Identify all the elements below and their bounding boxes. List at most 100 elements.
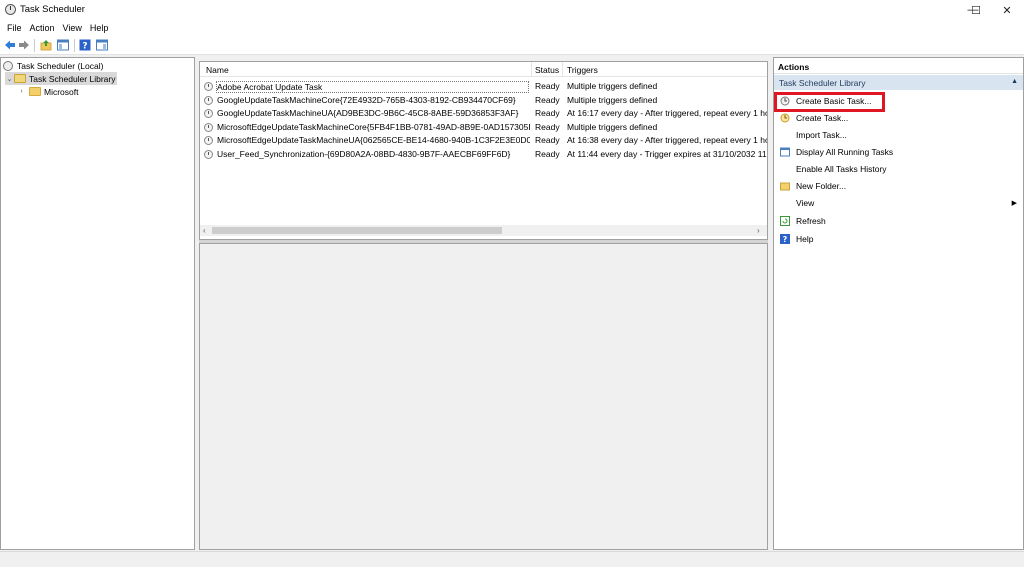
help-icon[interactable]: ? — [79, 39, 91, 51]
tree-item-local[interactable]: Task Scheduler (Local) — [3, 59, 103, 72]
menu-view[interactable]: View — [59, 23, 86, 33]
task-scheduler-app-icon — [5, 4, 16, 15]
menu-help[interactable]: Help — [86, 23, 113, 33]
chevron-right-icon[interactable]: › — [17, 88, 26, 95]
actions-section-header[interactable]: Task Scheduler Library ▲ — [774, 75, 1023, 90]
create-task-action[interactable]: Create Task... — [774, 110, 1023, 126]
task-triggers: At 11:44 every day - Trigger expires at … — [567, 148, 767, 159]
scrollbar-thumb[interactable] — [212, 227, 502, 234]
task-clock-icon — [204, 136, 213, 145]
column-header-name[interactable]: Name — [206, 65, 229, 75]
table-row[interactable]: Adobe Acrobat Update Task Ready Multiple… — [200, 80, 767, 93]
task-triggers: At 16:38 every day - After triggered, re… — [567, 135, 767, 145]
actions-pane: Actions Task Scheduler Library ▲ Create … — [773, 57, 1024, 550]
maximize-button[interactable]: ☐ — [958, 0, 994, 20]
refresh-action[interactable]: Refresh — [774, 213, 1023, 229]
tree-item-label: Microsoft — [44, 86, 79, 97]
display-running-tasks-action[interactable]: Display All Running Tasks — [774, 144, 1023, 160]
action-label: Create Task... — [796, 113, 849, 123]
tree-item-label: Task Scheduler Library — [29, 73, 116, 84]
task-status: Ready — [535, 121, 560, 132]
enable-tasks-history-action[interactable]: Enable All Tasks History — [774, 161, 1023, 177]
actions-title: Actions — [774, 58, 1023, 74]
task-triggers: Multiple triggers defined — [567, 81, 658, 91]
action-label: Help — [796, 234, 814, 244]
highlight-box — [774, 92, 885, 112]
action-label: New Folder... — [796, 181, 847, 191]
column-header-status[interactable]: Status — [535, 65, 559, 75]
action-label: Import Task... — [796, 130, 847, 140]
folder-icon — [14, 74, 26, 83]
table-row[interactable]: GoogleUpdateTaskMachineUA{AD9BE3DC-9B6C-… — [200, 107, 767, 120]
help-action[interactable]: ? Help — [774, 231, 1023, 247]
column-divider[interactable] — [531, 62, 532, 77]
svg-text:?: ? — [783, 235, 788, 244]
scroll-left-arrow-icon[interactable]: ‹ — [203, 226, 206, 235]
view-action[interactable]: View ▶ — [774, 195, 1023, 211]
tree-item-label: Task Scheduler (Local) — [17, 60, 104, 71]
task-status: Ready — [535, 148, 560, 159]
create-task-icon — [780, 113, 790, 123]
show-hide-action-pane-icon[interactable] — [96, 39, 108, 51]
task-clock-icon — [204, 149, 213, 159]
table-row[interactable]: MicrosoftEdgeUpdateTaskMachineUA{062565C… — [200, 134, 767, 147]
task-clock-icon — [204, 122, 213, 132]
show-hide-console-tree-icon[interactable] — [57, 39, 69, 51]
enable-history-icon — [780, 164, 790, 174]
task-triggers: At 16:17 every day - After triggered, re… — [567, 108, 767, 118]
status-bar — [0, 551, 1024, 567]
task-clock-icon — [204, 82, 213, 91]
horizontal-scrollbar[interactable]: ‹ › — [200, 225, 767, 236]
folder-icon — [29, 87, 41, 96]
chevron-down-icon[interactable]: ⌄ — [5, 75, 14, 83]
action-label: View — [796, 198, 815, 208]
back-arrow-icon[interactable] — [4, 39, 16, 51]
task-name: GoogleUpdateTaskMachineCore{72E4932D-765… — [217, 94, 516, 105]
task-details-pane — [199, 243, 768, 550]
tree-item-microsoft[interactable]: › Microsoft — [17, 85, 78, 98]
task-status: Ready — [535, 94, 560, 105]
menu-action[interactable]: Action — [26, 23, 59, 33]
column-divider[interactable] — [562, 62, 563, 77]
column-header-triggers[interactable]: Triggers — [567, 65, 598, 75]
task-name: User_Feed_Synchronization-{69D80A2A-08BD… — [217, 148, 511, 159]
forward-arrow-icon[interactable] — [18, 39, 30, 51]
toolbar-separator — [34, 39, 35, 52]
collapse-up-icon[interactable]: ▲ — [1011, 78, 1018, 85]
toolbar-separator — [74, 39, 75, 52]
task-list-pane: Name Status Triggers Adobe Acrobat Updat… — [199, 61, 768, 240]
task-name: MicrosoftEdgeUpdateTaskMachineCore{5FB4F… — [217, 121, 530, 132]
new-folder-action[interactable]: New Folder... — [774, 178, 1023, 194]
title-bar: Task Scheduler — ☐ ✕ — [0, 0, 1024, 20]
close-button[interactable]: ✕ — [990, 0, 1024, 20]
task-triggers: Multiple triggers defined — [567, 121, 658, 132]
view-icon — [780, 198, 790, 208]
import-task-icon — [780, 130, 790, 140]
import-task-action[interactable]: Import Task... — [774, 127, 1023, 143]
action-label: Display All Running Tasks — [796, 147, 894, 157]
task-name: Adobe Acrobat Update Task — [216, 81, 529, 93]
table-row[interactable]: GoogleUpdateTaskMachineCore{72E4932D-765… — [200, 94, 767, 107]
scroll-right-arrow-icon[interactable]: › — [757, 226, 760, 235]
task-list-header: Name Status Triggers — [200, 62, 767, 77]
table-row[interactable]: User_Feed_Synchronization-{69D80A2A-08BD… — [200, 148, 767, 161]
up-folder-icon[interactable] — [40, 39, 52, 51]
tree-item-library[interactable]: ⌄ Task Scheduler Library — [5, 72, 118, 85]
task-triggers: Multiple triggers defined — [567, 94, 658, 105]
task-status: Ready — [535, 81, 560, 91]
action-label: Refresh — [796, 216, 826, 226]
task-clock-icon — [204, 109, 213, 118]
running-tasks-icon — [780, 147, 790, 157]
action-label: Enable All Tasks History — [796, 164, 887, 174]
submenu-arrow-icon: ▶ — [1011, 200, 1017, 207]
help-icon: ? — [780, 234, 790, 244]
menu-file[interactable]: File — [3, 23, 26, 33]
task-name: MicrosoftEdgeUpdateTaskMachineUA{062565C… — [217, 135, 530, 145]
window-title: Task Scheduler — [20, 4, 85, 15]
toolbar: ? — [0, 36, 1024, 55]
close-icon: ✕ — [1002, 4, 1012, 17]
table-row[interactable]: MicrosoftEdgeUpdateTaskMachineCore{5FB4F… — [200, 121, 767, 134]
console-tree-pane: Task Scheduler (Local) ⌄ Task Scheduler … — [0, 57, 195, 550]
task-status: Ready — [535, 135, 560, 145]
svg-text:?: ? — [82, 42, 87, 52]
